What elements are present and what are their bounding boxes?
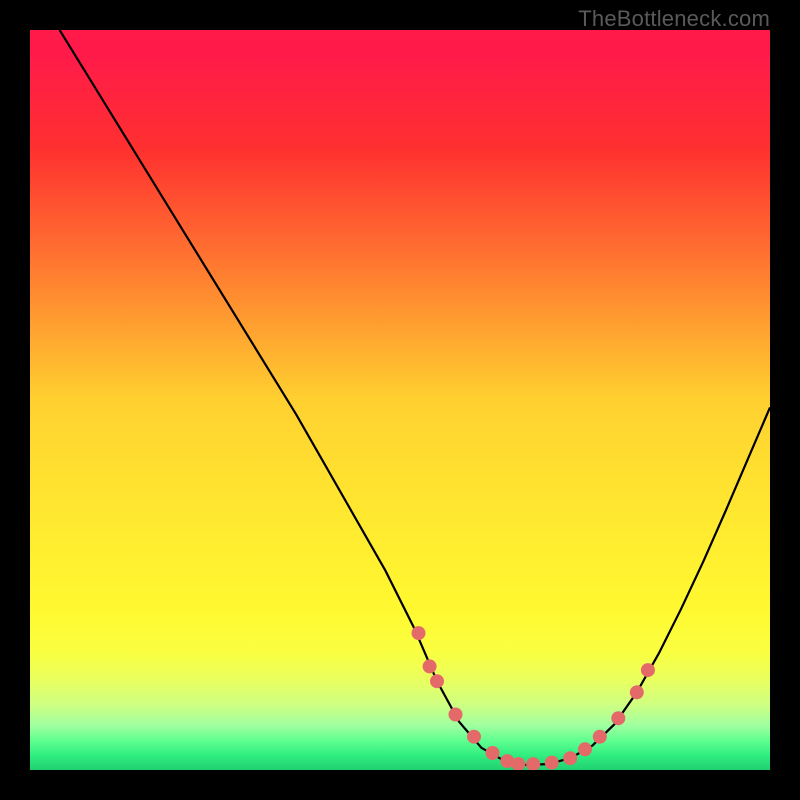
data-marker [486, 746, 500, 760]
watermark-text: TheBottleneck.com [578, 6, 770, 32]
data-marker [526, 757, 540, 770]
data-marker [611, 711, 625, 725]
data-marker [545, 756, 559, 770]
data-marker [641, 663, 655, 677]
data-marker [578, 742, 592, 756]
chart-svg [30, 30, 770, 770]
data-marker [449, 708, 463, 722]
data-marker [467, 730, 481, 744]
data-marker [412, 626, 426, 640]
data-marker [563, 751, 577, 765]
data-marker [430, 674, 444, 688]
data-marker [630, 685, 644, 699]
data-marker [423, 659, 437, 673]
bottleneck-curve [60, 30, 770, 765]
data-marker [593, 730, 607, 744]
data-markers [412, 626, 655, 770]
